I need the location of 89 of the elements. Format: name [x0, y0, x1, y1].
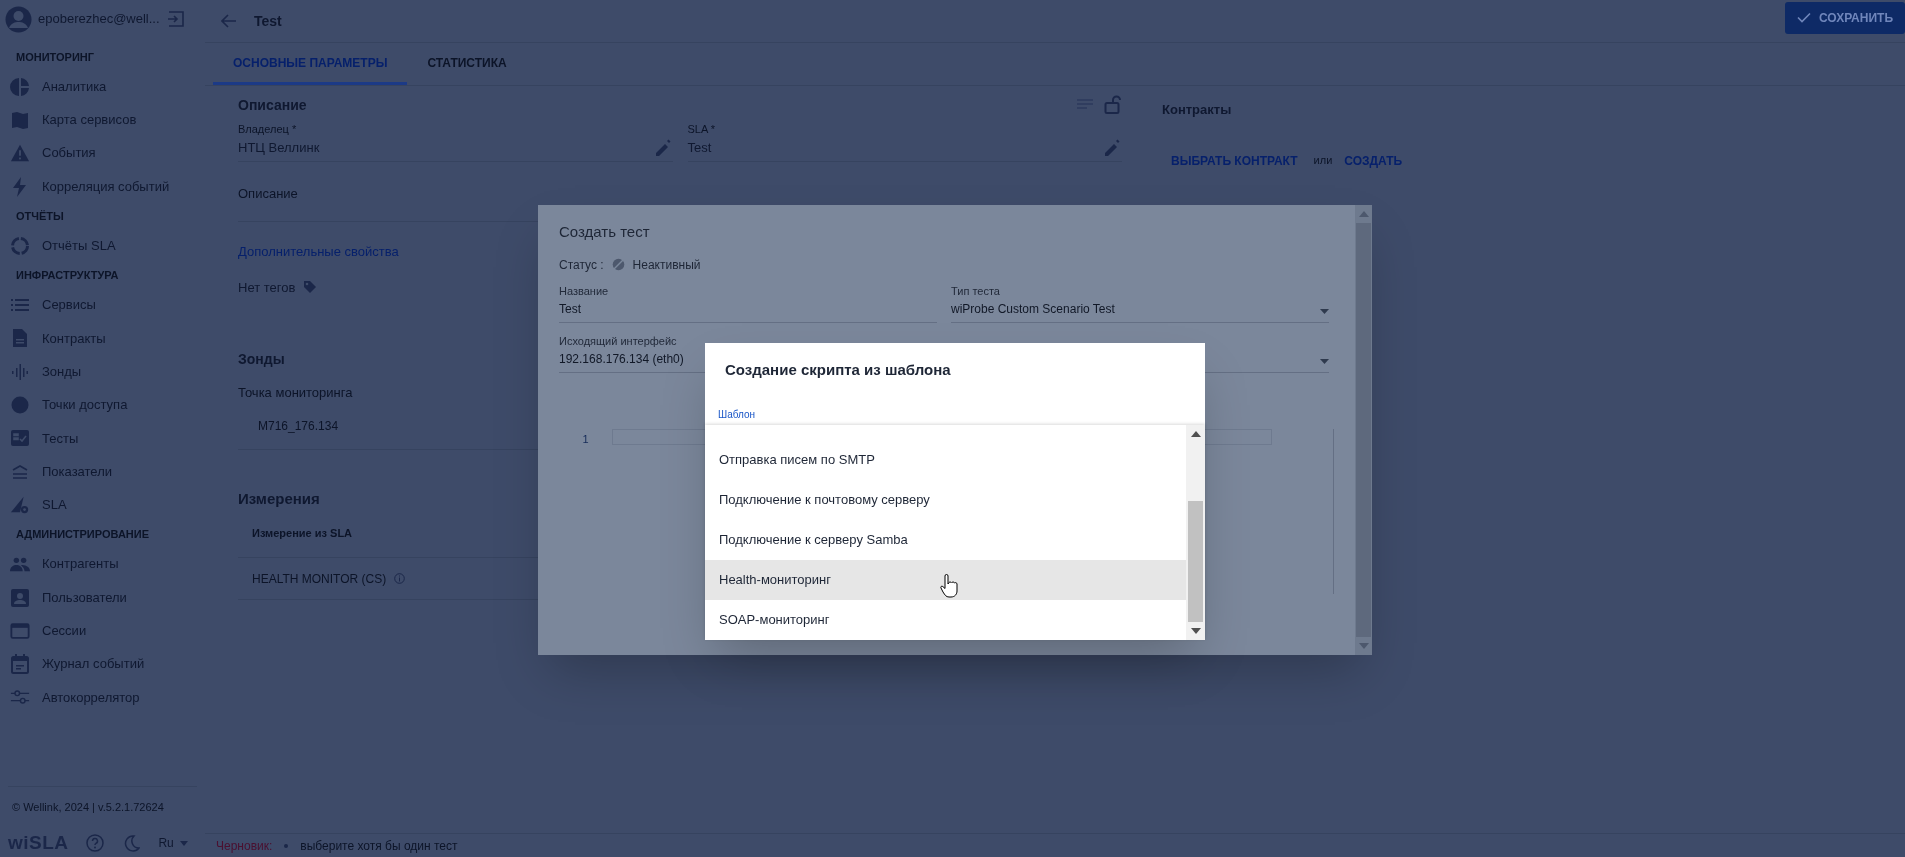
user-card-icon [10, 587, 30, 608]
section-title: Измерения [238, 488, 320, 509]
pencil-icon[interactable] [1104, 139, 1122, 157]
choose-contract-link[interactable]: ВЫБРАТЬ КОНТРАКТ [1171, 151, 1298, 170]
hand-cursor-icon [940, 574, 958, 598]
sidebar-item[interactable]: Контракты [0, 321, 205, 356]
dropdown-arrow-icon [1320, 308, 1329, 314]
status-icon [611, 258, 625, 271]
section-heading: ИНФРАСТРУКТУРА [15, 268, 120, 284]
sidebar-item[interactable]: Автокоррелятор [0, 680, 205, 715]
status-label: Статус : [559, 256, 604, 274]
logout-icon[interactable] [167, 10, 185, 28]
text-field[interactable]: SLA * Test [687, 120, 1122, 162]
sidebar-item[interactable]: Сессии [0, 614, 205, 648]
line-number: 1 [582, 431, 589, 447]
scroll-down-icon[interactable] [1190, 627, 1201, 634]
tag-icon[interactable] [303, 280, 318, 295]
moon-icon[interactable] [122, 834, 141, 852]
user-email: epoberezhec@well... [38, 10, 160, 29]
sidebar-item[interactable]: Контрагенты [0, 547, 205, 581]
column-header: Измерение из SLA [252, 526, 353, 542]
draft-label: Черновик: [216, 837, 273, 855]
sidebar-item[interactable]: Тесты [0, 421, 205, 455]
checklist-icon [10, 428, 30, 449]
tags-text: Нет тегов [238, 278, 296, 297]
probe-name: M716_176.134 [258, 417, 339, 435]
section-title: Зонды [238, 350, 285, 369]
sidebar-item[interactable]: Пользователи [0, 580, 205, 615]
back-arrow-icon[interactable] [221, 14, 237, 28]
page-title: Test [254, 11, 282, 31]
section-heading: МОНИТОРИНГ [15, 49, 95, 65]
or-text: или [1313, 153, 1333, 169]
browser-window-icon [10, 620, 30, 641]
list-icon [10, 297, 30, 314]
document-icon [12, 328, 28, 349]
pie-chart-icon [10, 76, 30, 97]
section-title: Описание [238, 95, 307, 115]
language-dropdown[interactable]: Ru [158, 834, 188, 852]
sidebar-item[interactable]: Аналитика [0, 70, 205, 104]
sidebar-item[interactable]: Карта сервисов [0, 103, 205, 137]
dropdown-arrow-icon [1320, 358, 1329, 364]
caret-icon [179, 840, 188, 846]
dropdown-option[interactable]: Health-мониторинг [705, 559, 1186, 600]
section-heading: ОТЧЁТЫ [15, 208, 65, 224]
field-label: Шаблон [718, 407, 756, 422]
sidebar-item[interactable]: Корреляция событий [0, 169, 205, 204]
sidebar-item[interactable]: Зонды [0, 355, 205, 389]
avatar-icon[interactable] [5, 5, 32, 33]
dialog-title: Создать тест [559, 222, 650, 242]
field-label: Точка мониторинга [238, 384, 353, 402]
tab[interactable]: СТАТИСТИКА [407, 43, 527, 85]
calendar-icon [10, 653, 30, 676]
sidebar-item[interactable]: Показатели [0, 454, 205, 489]
scrollbar[interactable] [1186, 424, 1205, 640]
sidebar-item[interactable]: Отчёты SLA [0, 229, 205, 263]
help-icon[interactable] [86, 834, 105, 852]
table-cell-text: HEALTH MONITOR (CS) [252, 570, 387, 588]
more-properties-link[interactable]: Дополнительные свойства [238, 242, 399, 262]
section-title: Контракты [1162, 101, 1232, 119]
warning-icon [10, 143, 30, 164]
info-icon[interactable] [394, 573, 406, 584]
text-field[interactable]: Владелец * НТЦ Веллинк [238, 120, 673, 162]
circle-icon [10, 395, 30, 415]
unlocked-lock-icon[interactable] [1104, 95, 1122, 115]
sidebar-item[interactable]: События [0, 136, 205, 170]
save-button[interactable]: СОХРАНИТЬ [1784, 1, 1905, 34]
section-heading: АДМИНИСТРИРОВАНИЕ [15, 527, 150, 543]
tab[interactable]: ОСНОВНЫЕ ПАРАМЕТРЫ [213, 43, 408, 85]
scroll-up-icon[interactable] [1190, 430, 1201, 437]
pencil-icon[interactable] [654, 139, 673, 157]
people-icon [10, 556, 30, 573]
dropdown-option[interactable]: SOAP-мониторинг [705, 599, 1186, 640]
signal-bars-icon [11, 362, 29, 381]
map-icon [10, 109, 30, 130]
waves-icon [10, 462, 30, 481]
sidebar-item[interactable]: SLA [0, 488, 205, 522]
ring-icon [10, 235, 30, 256]
sidebar-item[interactable]: Точки доступа [0, 388, 205, 422]
status-message: выберите хотя бы один тест [300, 837, 458, 855]
dialog-title: Создание скрипта из шаблона [725, 360, 951, 380]
status-text: Неактивный [632, 256, 701, 274]
sidebar-item[interactable]: Журнал событий [0, 647, 205, 681]
text-field[interactable]: Название Test [559, 282, 937, 323]
sidebar-item[interactable]: Сервисы [0, 288, 205, 322]
select-field[interactable]: Тип теста wiProbe Custom Scenario Test [951, 282, 1329, 323]
copyright-text: © Wellink, 2024 | v.5.2.1.72624 [11, 799, 165, 815]
lightning-icon [12, 176, 28, 197]
create-link[interactable]: СОЗДАТЬ [1344, 151, 1403, 170]
checkmark-icon [1796, 12, 1811, 23]
